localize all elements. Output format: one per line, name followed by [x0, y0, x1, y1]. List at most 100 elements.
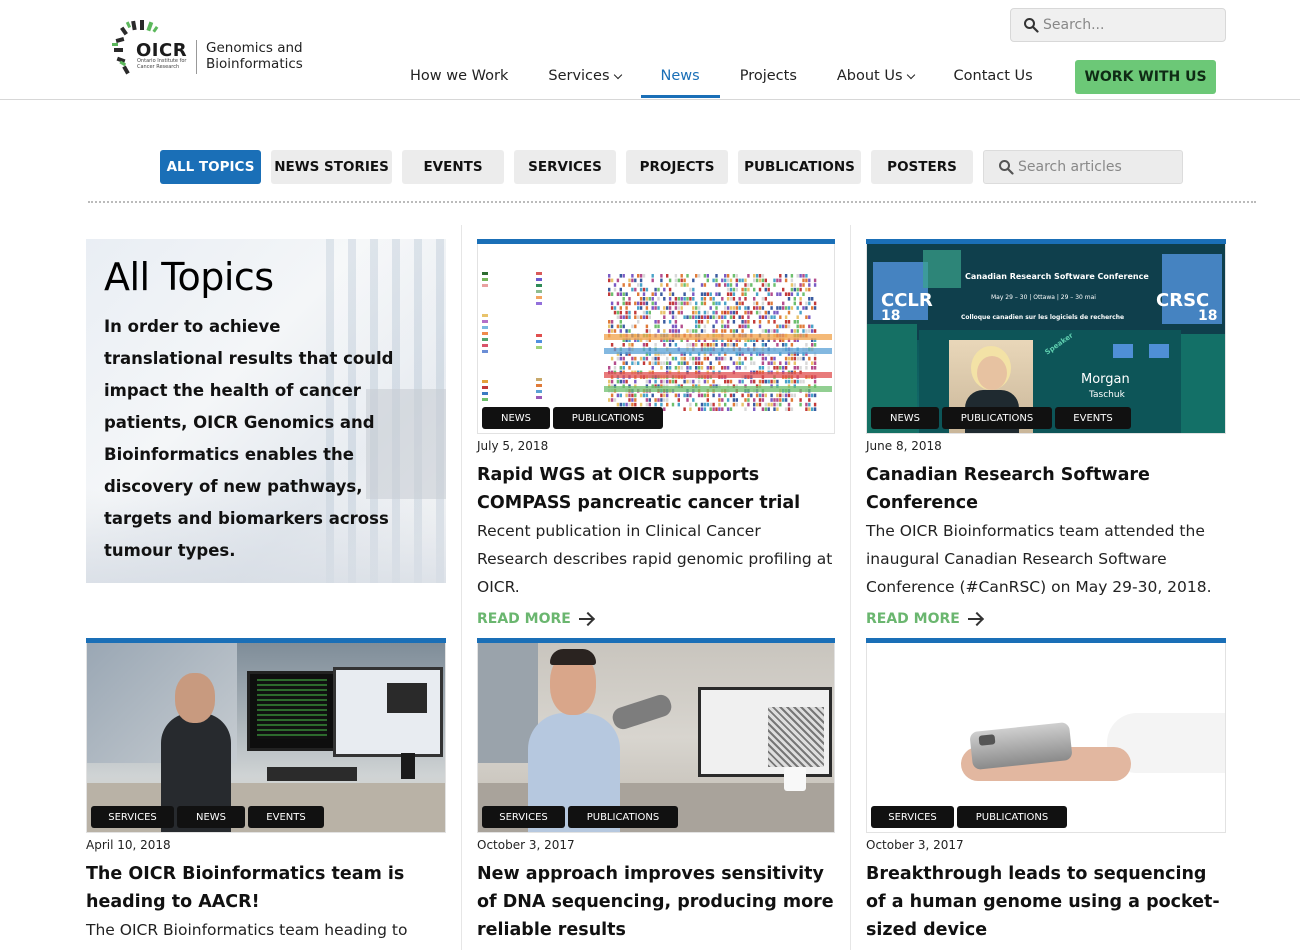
heatmap-cell [744, 356, 747, 361]
heatmap-cell [787, 379, 791, 384]
card-image[interactable]: SERVICES PUBLICATIONS [477, 643, 835, 833]
heatmap-cell [622, 324, 625, 329]
heatmap-cell [700, 329, 704, 333]
heatmap-cell [735, 283, 738, 287]
tag-publications[interactable]: PUBLICATIONS [942, 407, 1052, 429]
heatmap-cell [799, 310, 802, 315]
heatmap-cell [747, 310, 750, 315]
tag-services[interactable]: SERVICES [91, 806, 174, 828]
card-image[interactable]: NEWS PUBLICATIONS [477, 244, 835, 434]
heatmap-cell [625, 292, 628, 296]
filter-news-stories[interactable]: NEWS STORIES [271, 150, 392, 184]
tag-services[interactable]: SERVICES [871, 806, 954, 828]
heatmap-cell [680, 306, 683, 310]
heatmap-cell [700, 402, 704, 407]
heatmap-cell [645, 379, 649, 384]
heatmap-cell [671, 310, 675, 315]
tag-events[interactable]: EVENTS [1055, 407, 1131, 429]
tag-news[interactable]: NEWS [177, 806, 245, 828]
work-with-us-button[interactable]: WORK WITH US [1075, 60, 1216, 94]
card-title[interactable]: Canadian Research Software Conference [866, 461, 1226, 517]
heatmap-cell [750, 356, 753, 361]
heatmap-cell [703, 315, 707, 319]
heatmap-cell [712, 324, 715, 329]
heatmap-cell [776, 407, 779, 411]
oicr-logo[interactable]: OICR Ontario Institute for Cancer Resear… [110, 18, 320, 78]
news-card[interactable]: SERVICES PUBLICATIONS October 3, 2017 Br… [866, 638, 1226, 944]
heatmap-cell [622, 366, 625, 370]
heatmap-cell [776, 329, 779, 333]
heatmap-cell [628, 366, 631, 370]
tag-services[interactable]: SERVICES [482, 806, 565, 828]
heatmap-cell [616, 379, 620, 384]
heatmap-cell [729, 287, 733, 292]
card-title[interactable]: Rapid WGS at OICR supports COMPASS pancr… [477, 461, 835, 517]
read-more-link[interactable]: READ MORE [866, 611, 1226, 627]
nav-label: Contact Us [953, 68, 1033, 84]
read-more-link[interactable]: READ MORE [477, 611, 835, 627]
nav-projects[interactable]: Projects [720, 60, 817, 98]
heatmap-cell [703, 407, 707, 411]
news-card[interactable]: SERVICES NEWS EVENTS April 10, 2018 The … [86, 638, 446, 950]
heatmap-cell [616, 278, 620, 283]
heatmap-cell [639, 315, 643, 319]
heatmap-cell [666, 356, 669, 361]
heatmap-cell [703, 297, 707, 301]
card-title[interactable]: New approach improves sensitivity of DNA… [477, 860, 835, 944]
filter-services[interactable]: SERVICES [514, 150, 616, 184]
nav-about-us[interactable]: About Us [817, 60, 934, 98]
heatmap-cell [677, 301, 680, 306]
heatmap-cell [790, 329, 794, 333]
card-title[interactable]: Breakthrough leads to sequencing of a hu… [866, 860, 1226, 944]
heatmap-cell [799, 324, 802, 329]
heatmap-cell [718, 292, 721, 296]
heatmap-cell [764, 379, 767, 384]
card-image[interactable]: SERVICES PUBLICATIONS [866, 643, 1226, 833]
tag-news[interactable]: NEWS [482, 407, 550, 429]
heatmap-cell [703, 393, 707, 398]
heatmap-cell [631, 398, 634, 402]
sequencer-photo [867, 643, 1225, 832]
tag-events[interactable]: EVENTS [248, 806, 324, 828]
filter-events[interactable]: EVENTS [402, 150, 504, 184]
news-card[interactable]: SERVICES PUBLICATIONS October 3, 2017 Ne… [477, 638, 835, 944]
nav-news[interactable]: News [640, 60, 720, 98]
heatmap-cell [645, 329, 649, 333]
heatmap-cell [721, 329, 724, 333]
nav-contact-us[interactable]: Contact Us [934, 60, 1053, 98]
heatmap-cell [813, 361, 817, 365]
filter-all-topics[interactable]: ALL TOPICS [160, 150, 261, 184]
filter-projects[interactable]: PROJECTS [626, 150, 728, 184]
card-image[interactable]: SERVICES NEWS EVENTS [86, 643, 446, 833]
heatmap-cell [802, 379, 805, 384]
heatmap-cell [628, 402, 631, 407]
heatmap-cell [753, 278, 756, 283]
filter-posters[interactable]: POSTERS [871, 150, 973, 184]
filter-publications[interactable]: PUBLICATIONS [738, 150, 861, 184]
article-search-input[interactable] [1018, 151, 1178, 183]
heatmap-cell [677, 297, 680, 301]
card-image[interactable]: CCLR 18 CRSC 18 Canadian Research Softwa… [866, 244, 1226, 434]
heatmap-cell [729, 306, 733, 310]
card-title[interactable]: The OICR Bioinformatics team is heading … [86, 860, 446, 916]
tag-publications[interactable]: PUBLICATIONS [957, 806, 1067, 828]
tag-publications[interactable]: PUBLICATIONS [553, 407, 663, 429]
heatmap-cell [767, 283, 770, 287]
nav-services[interactable]: Services [528, 60, 640, 98]
heatmap-cell [663, 306, 666, 310]
heatmap-cell [753, 320, 756, 324]
news-card[interactable]: CCLR 18 CRSC 18 Canadian Research Softwa… [866, 239, 1226, 627]
nav-how-we-work[interactable]: How we Work [390, 60, 528, 98]
heatmap-cell [773, 379, 776, 384]
heatmap-cell [729, 379, 733, 384]
heatmap-cell [660, 283, 663, 287]
tag-news[interactable]: NEWS [871, 407, 939, 429]
mug [784, 767, 806, 791]
heatmap-cell [634, 402, 637, 407]
tag-publications[interactable]: PUBLICATIONS [568, 806, 678, 828]
header-search-input[interactable] [1043, 9, 1219, 41]
heatmap-cell [692, 356, 695, 361]
news-card[interactable]: NEWS PUBLICATIONS July 5, 2018 Rapid WGS… [477, 239, 835, 627]
heatmap-cell [619, 274, 622, 278]
heatmap-cell [706, 398, 709, 402]
